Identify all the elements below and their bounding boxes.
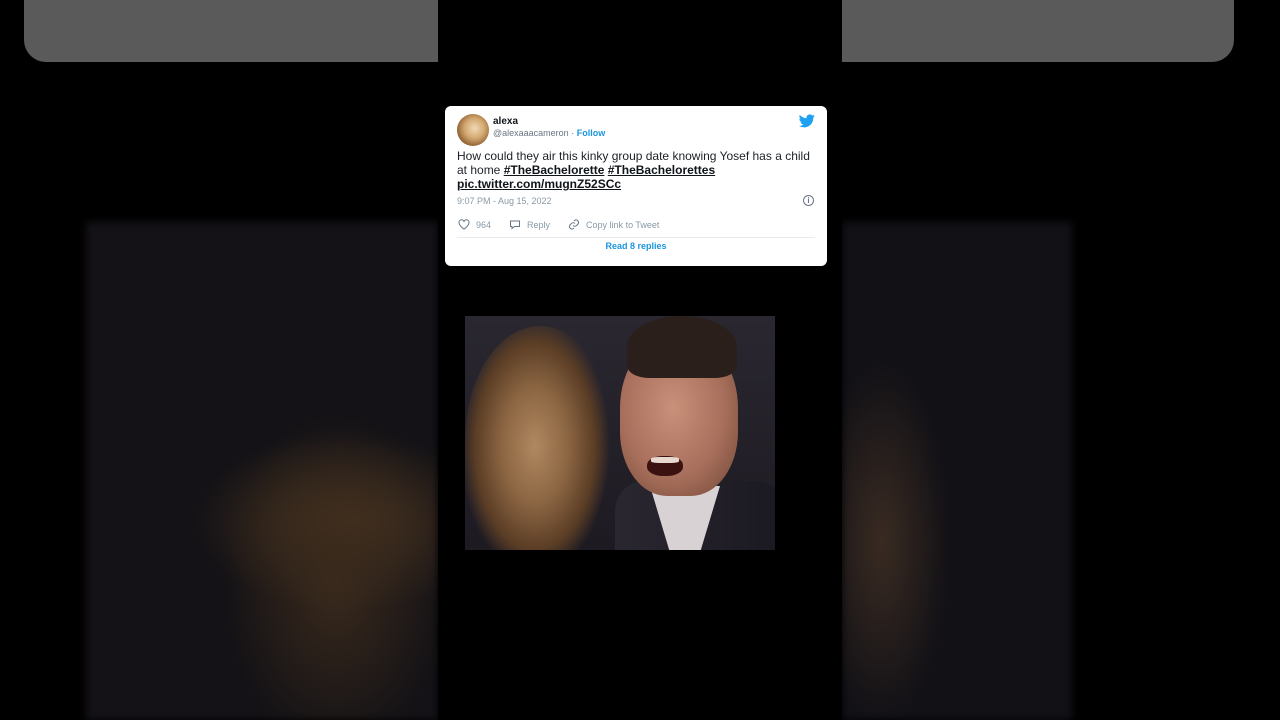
- hashtag-thebachelorette[interactable]: #TheBachelorette: [504, 163, 605, 177]
- like-button[interactable]: 964: [458, 219, 491, 230]
- reply-button[interactable]: Reply: [509, 219, 550, 230]
- media-link[interactable]: pic.twitter.com/mugnZ52SCc: [457, 177, 621, 191]
- user-name[interactable]: alexa: [493, 116, 518, 127]
- avatar[interactable]: [457, 114, 489, 146]
- background-blur-left: [86, 222, 438, 720]
- video-frame[interactable]: [465, 316, 775, 550]
- action-bar: 964 Reply Copy link to Tweet: [458, 219, 677, 230]
- reply-label: Reply: [527, 219, 551, 230]
- read-replies-button[interactable]: Read 8 replies: [445, 241, 827, 251]
- divider: [457, 237, 815, 238]
- info-icon[interactable]: i: [803, 195, 814, 206]
- separator: ·: [571, 128, 575, 138]
- tweet-timestamp[interactable]: 9:07 PM - Aug 15, 2022: [457, 196, 552, 206]
- heart-icon: [458, 219, 470, 230]
- copy-link-label: Copy link to Tweet: [586, 219, 660, 230]
- copy-link-button[interactable]: Copy link to Tweet: [568, 219, 659, 230]
- user-handle[interactable]: @alexaaacameron: [493, 128, 569, 138]
- man-hair-image: [627, 316, 737, 378]
- twitter-bird-icon[interactable]: [799, 114, 815, 128]
- tweet-text: How could they air this kinky group date…: [457, 149, 813, 191]
- handle-row: @alexaaacameron · Follow: [493, 128, 605, 138]
- link-icon: [569, 219, 580, 230]
- woman-hair-image: [465, 326, 615, 550]
- reply-icon: [510, 220, 521, 230]
- tweet-card[interactable]: alexa @alexaaacameron · Follow How could…: [445, 106, 827, 266]
- follow-button[interactable]: Follow: [577, 128, 606, 138]
- like-count: 964: [476, 219, 492, 230]
- teeth-image: [651, 457, 679, 463]
- hashtag-thebachelorettes[interactable]: #TheBachelorettes: [608, 163, 715, 177]
- background-blur-right: [842, 222, 1072, 720]
